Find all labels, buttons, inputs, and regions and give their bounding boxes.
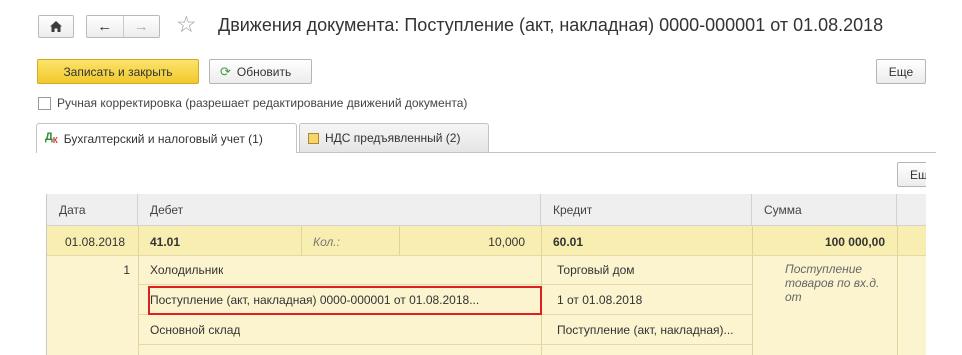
grid-line bbox=[399, 226, 400, 255]
grid-line bbox=[138, 226, 139, 355]
cell-credit-subconto-2: 1 от 01.08.2018 bbox=[557, 293, 643, 307]
tab-accounting-label: Бухгалтерский и налоговый учет (1) bbox=[63, 131, 263, 146]
cell-qty-value: 10,000 bbox=[488, 235, 525, 249]
grid-line bbox=[138, 284, 752, 285]
highlight-frame bbox=[148, 286, 542, 315]
save-and-close-button[interactable]: Записать и закрыть bbox=[37, 59, 199, 84]
accounting-icon: ДК bbox=[45, 131, 58, 146]
history-nav: ← → bbox=[86, 15, 160, 38]
back-button[interactable]: ← bbox=[87, 16, 123, 37]
grid-line bbox=[301, 226, 302, 255]
tab-vat-label: НДС предъявленный (2) bbox=[325, 131, 461, 145]
home-button[interactable] bbox=[38, 15, 74, 38]
page-title: Движения документа: Поступление (акт, на… bbox=[218, 15, 884, 35]
cell-date: 01.08.2018 bbox=[65, 235, 126, 249]
more-button[interactable]: Еще bbox=[876, 59, 926, 84]
column-header-date[interactable]: Дата bbox=[47, 194, 138, 226]
movements-table: Дата Дебет Кредит Сумма 01.08.2018 41.01… bbox=[46, 194, 926, 355]
grid-line bbox=[47, 255, 926, 256]
manual-edit-checkbox[interactable] bbox=[38, 96, 51, 110]
refresh-icon: ⟳ bbox=[220, 63, 231, 79]
scroll-edge bbox=[926, 160, 962, 355]
register-icon bbox=[308, 132, 319, 144]
manual-edit-label[interactable]: Ручная корректировка (разрешает редактир… bbox=[57, 96, 467, 110]
grid-line bbox=[752, 226, 753, 355]
cell-qty-label: Кол.: bbox=[313, 235, 340, 249]
cell-debit-account: 41.01 bbox=[150, 235, 181, 249]
grid-line bbox=[138, 344, 752, 345]
cell-debit-subconto-3: Основной склад bbox=[150, 323, 241, 337]
cell-credit-subconto-1: Торговый дом bbox=[557, 263, 635, 277]
cell-line-number: 1 bbox=[123, 263, 130, 277]
home-icon bbox=[50, 21, 62, 32]
cell-content: Поступление товаров по вх.д. от bbox=[785, 262, 880, 304]
column-header-debit[interactable]: Дебет bbox=[138, 194, 541, 226]
cell-credit-subconto-3: Поступление (акт, накладная)... bbox=[557, 323, 734, 337]
cell-debit-subconto-1: Холодильник bbox=[150, 263, 224, 277]
column-header-extra bbox=[897, 194, 926, 226]
cell-credit-account: 60.01 bbox=[553, 235, 584, 249]
manual-edit-row: Ручная корректировка (разрешает редактир… bbox=[38, 96, 467, 110]
tab-vat[interactable]: НДС предъявленный (2) bbox=[299, 123, 489, 152]
forward-button[interactable]: → bbox=[122, 16, 160, 37]
refresh-button[interactable]: ⟳ Обновить bbox=[209, 59, 312, 84]
cell-amount: 100 000,00 bbox=[824, 235, 885, 249]
grid-line bbox=[897, 226, 898, 355]
column-header-amount[interactable]: Сумма bbox=[752, 194, 897, 226]
favorite-star-icon[interactable]: ☆ bbox=[176, 11, 197, 38]
tab-accounting[interactable]: ДК Бухгалтерский и налоговый учет (1) bbox=[36, 123, 297, 153]
column-header-credit[interactable]: Кредит bbox=[541, 194, 752, 226]
refresh-label: Обновить bbox=[236, 64, 292, 79]
